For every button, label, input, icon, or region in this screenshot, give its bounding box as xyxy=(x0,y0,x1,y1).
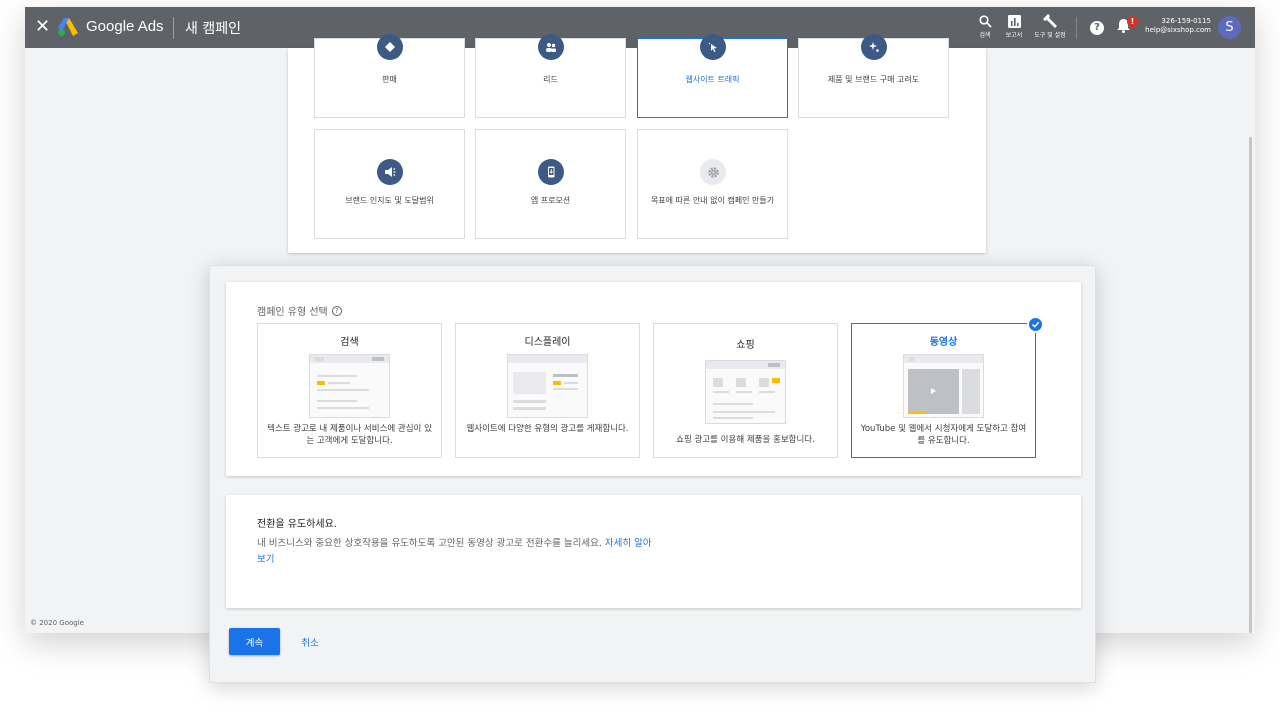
brand-name: Google Ads xyxy=(86,18,164,35)
account-info[interactable]: 326-159-0115 help@sixshop.com xyxy=(1135,17,1211,35)
goal-tile-app-promotion[interactable]: 앱 프로모션 xyxy=(475,129,626,239)
video-illustration-icon xyxy=(903,354,984,418)
goal-tile-consideration[interactable]: 제품 및 브랜드 구매 고려도 xyxy=(798,34,949,118)
goal-label: 목표에 따른 안내 없이 캠페인 만들기 xyxy=(650,196,775,205)
help-circle-icon[interactable]: ? xyxy=(331,305,342,316)
gear-icon xyxy=(700,159,726,185)
phone-icon xyxy=(538,159,564,185)
google-ads-logo-icon xyxy=(58,18,78,36)
campaign-type-display[interactable]: 디스플레이 웹사이트에 다양한 유형의 광고를 게재합니다. xyxy=(455,323,640,458)
goal-tile-brand-awareness[interactable]: 브랜드 인지도 및 도달범위 xyxy=(314,129,465,239)
goal-label: 리드 xyxy=(543,75,558,84)
campaign-type-description: 웹사이트에 다양한 유형의 광고를 게재합니다. xyxy=(466,424,629,434)
account-id: 326-159-0115 xyxy=(1161,17,1211,25)
goal-label: 앱 프로모션 xyxy=(530,196,571,205)
campaign-type-title-text: 캠페인 유형 선택 xyxy=(257,307,328,318)
tools-settings-button[interactable]: 도구 및 설정 xyxy=(1032,13,1068,39)
goal-tile-sales[interactable]: 판매 xyxy=(314,34,465,118)
reports-tool-button[interactable]: 보고서 xyxy=(996,13,1032,39)
goal-label: 웹사이트 트래픽 xyxy=(685,75,740,84)
campaign-type-description: YouTube 및 웹에서 시청자에게 도달하고 참여를 유도합니다. xyxy=(860,424,1027,446)
campaign-type-panel: 캠페인 유형 선택 ? 검색 텍스트 광고로 내 제품이나 서비스에 관심이 있… xyxy=(209,265,1096,683)
info-heading: 전환을 유도하세요. xyxy=(257,519,337,530)
search-illustration-icon xyxy=(309,354,390,418)
display-illustration-icon xyxy=(507,354,588,418)
sparkle-icon xyxy=(861,34,887,60)
reports-icon xyxy=(996,13,1032,30)
campaign-type-description: 텍스트 광고로 내 제품이나 서비스에 관심이 있는 고객에게 도달합니다. xyxy=(267,424,432,446)
campaign-type-name: 쇼핑 xyxy=(736,340,755,351)
page-scrollbar[interactable] xyxy=(1249,137,1252,633)
megaphone-icon xyxy=(377,159,403,185)
campaign-type-name: 동영상 xyxy=(929,337,958,348)
campaign-type-title: 캠페인 유형 선택 ? xyxy=(257,303,342,318)
avatar[interactable]: S xyxy=(1218,16,1241,39)
toolbar-separator xyxy=(1076,17,1077,39)
check-circle-icon xyxy=(1027,316,1044,333)
reports-tool-label: 보고서 xyxy=(1005,32,1023,39)
tag-icon xyxy=(377,34,403,60)
campaign-type-search[interactable]: 검색 텍스트 광고로 내 제품이나 서비스에 관심이 있는 고객에게 도달합니다… xyxy=(257,323,442,458)
goal-label: 판매 xyxy=(382,75,397,84)
info-body-text: 내 비즈니스와 중요한 상호작용을 유도하도록 고안된 동영상 광고로 전환수를… xyxy=(257,538,605,549)
campaign-info-card: 전환을 유도하세요. 내 비즈니스와 중요한 상호작용을 유도하도록 고안된 동… xyxy=(226,495,1081,608)
title-divider xyxy=(173,17,174,39)
cursor-icon xyxy=(700,34,726,60)
campaign-type-shopping[interactable]: 쇼핑 쇼핑 광고를 이용해 제품을 홍보합니다. xyxy=(653,323,838,458)
account-email: help@sixshop.com xyxy=(1145,26,1211,34)
shopping-illustration-icon xyxy=(705,360,786,424)
goal-label: 브랜드 인지도 및 도달범위 xyxy=(345,196,434,205)
goal-tile-leads[interactable]: 리드 xyxy=(475,34,626,118)
cancel-button[interactable]: 취소 xyxy=(292,628,328,655)
goal-tile-no-goal[interactable]: 목표에 따른 안내 없이 캠페인 만들기 xyxy=(637,129,788,239)
campaign-type-description: 쇼핑 광고를 이용해 제품을 홍보합니다. xyxy=(676,435,815,445)
campaign-type-name: 디스플레이 xyxy=(524,337,571,348)
goal-selection-card: 판매 리드 웹사이트 트래픽 제품 및 브랜드 구매 고려도 브랜드 인지도 및… xyxy=(288,34,986,253)
campaign-type-name: 검색 xyxy=(340,337,359,348)
campaign-type-card: 캠페인 유형 선택 ? 검색 텍스트 광고로 내 제품이나 서비스에 관심이 있… xyxy=(226,282,1081,476)
copyright: © 2020 Google xyxy=(30,619,84,627)
goal-tile-website-traffic[interactable]: 웹사이트 트래픽 xyxy=(637,34,788,118)
continue-button[interactable]: 계속 xyxy=(229,628,280,655)
page-title: 새 캠페인 xyxy=(185,21,241,37)
close-icon[interactable]: ✕ xyxy=(35,16,50,38)
goal-label: 제품 및 브랜드 구매 고려도 xyxy=(827,75,920,84)
info-body: 내 비즈니스와 중요한 상호작용을 유도하도록 고안된 동영상 광고로 전환수를… xyxy=(257,536,657,568)
tools-settings-label: 도구 및 설정 xyxy=(1034,32,1066,39)
wrench-icon xyxy=(1032,13,1068,30)
people-icon xyxy=(538,34,564,60)
campaign-type-video[interactable]: 동영상 YouTube 및 웹에서 시청자에게 도달하고 참여를 유도합니다. xyxy=(851,316,1044,458)
help-icon[interactable]: ? xyxy=(1090,21,1104,35)
